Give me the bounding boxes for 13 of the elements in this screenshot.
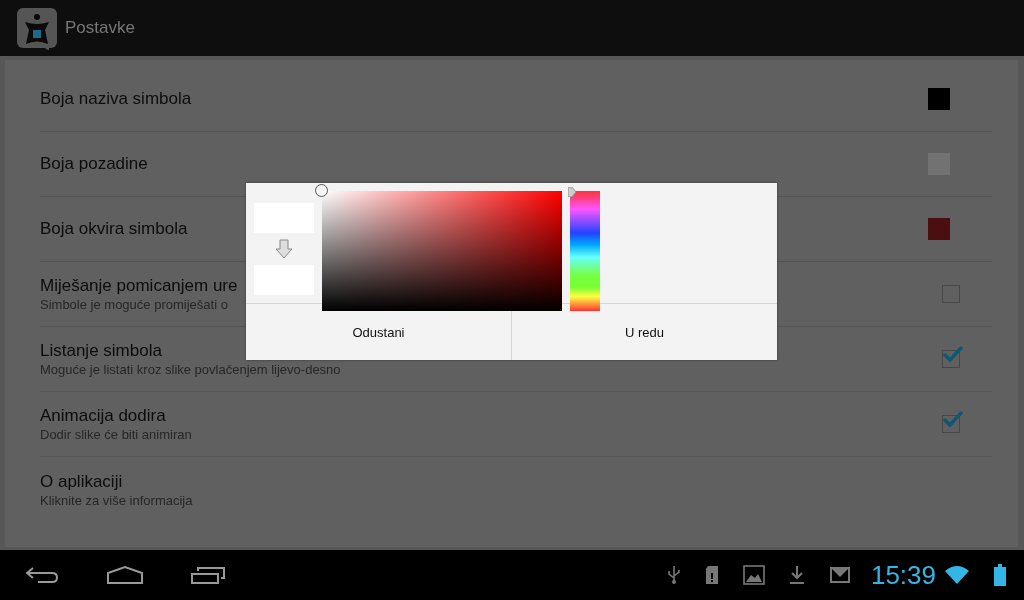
clock-time: 15:39 bbox=[870, 559, 936, 591]
setting-title: O aplikaciji bbox=[40, 471, 124, 492]
setting-title: Miješanje pomicanjem ure bbox=[40, 276, 238, 296]
setting-summary: Kliknite za više informacija bbox=[40, 492, 193, 508]
setting-title: Boja okvira simbola bbox=[40, 219, 188, 239]
setting-summary: Moguće je listati kroz slike povlačenjem lijevo-desno bbox=[40, 362, 341, 377]
setting-title: Listanje simbola bbox=[40, 341, 163, 361]
setting-title: Animacija dodira bbox=[40, 406, 167, 426]
screen-title: Postavke bbox=[65, 18, 135, 38]
setting-title: Boja naziva simbola bbox=[40, 89, 192, 109]
setting-title: Boja pozadine bbox=[40, 154, 148, 174]
setting-summary: Dodir slike će biti animiran bbox=[40, 427, 192, 442]
setting-summary: Simbole je moguće promiješati o bbox=[40, 297, 229, 312]
